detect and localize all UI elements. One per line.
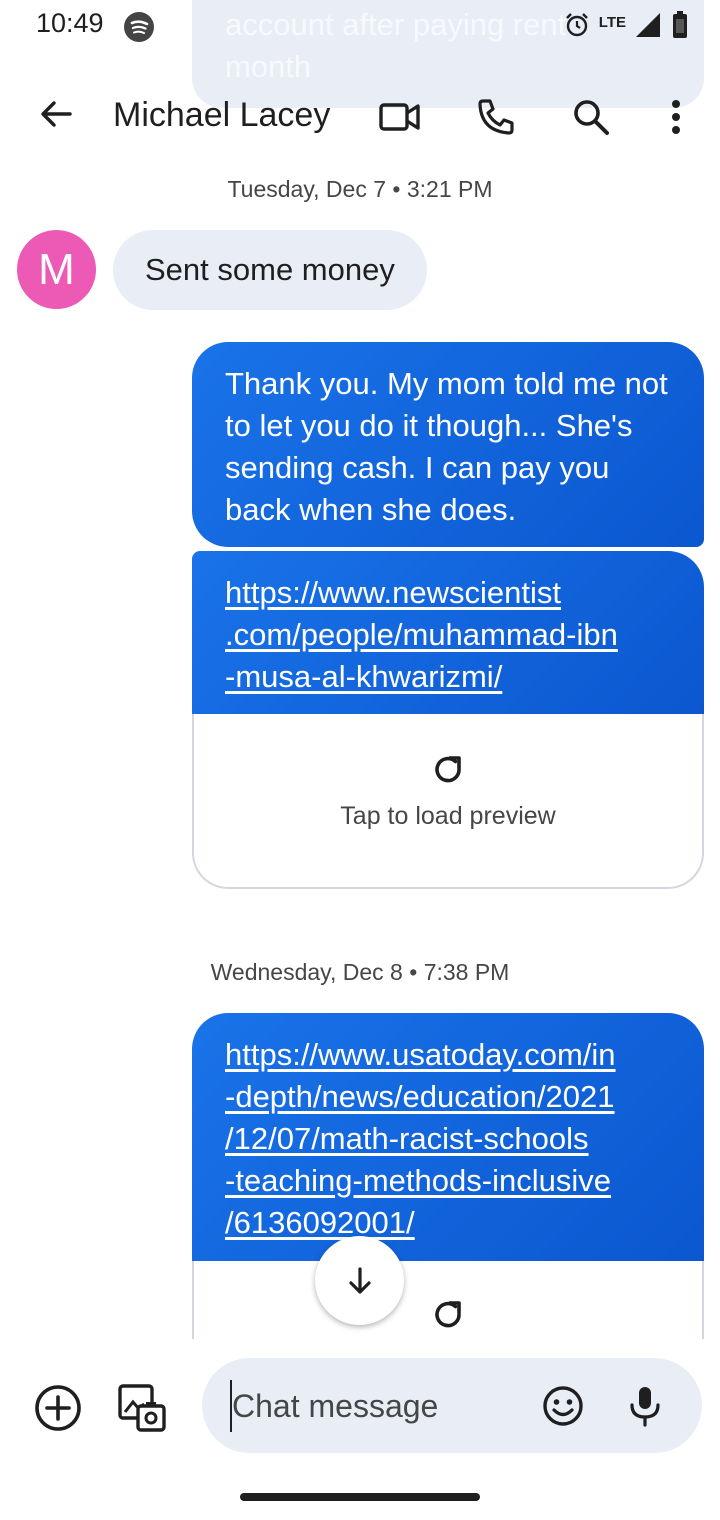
outgoing-message[interactable]: Thank you. My mom told me not to let you… [192, 342, 704, 547]
more-vert-icon [672, 100, 680, 134]
spotify-icon [124, 12, 154, 42]
status-icons: LTE [563, 10, 690, 44]
refresh-icon [194, 1297, 702, 1333]
back-arrow-icon [41, 101, 72, 127]
outgoing-link-message[interactable]: https://www.usatoday.com/in -depth/news/… [192, 1013, 704, 1261]
alarm-icon [563, 11, 591, 44]
divider-time: 7:38 PM [423, 959, 510, 985]
phone-call-button[interactable] [468, 89, 524, 145]
video-call-icon [379, 103, 420, 131]
status-time: 10:49 [36, 8, 104, 38]
back-button[interactable] [30, 88, 82, 140]
add-attachment-button[interactable] [30, 1380, 86, 1436]
message-link[interactable]: https://www.newscientist .com/people/muh… [225, 575, 618, 694]
voice-input-button[interactable] [620, 1381, 670, 1431]
scroll-to-bottom-button[interactable] [315, 1236, 404, 1325]
incoming-message-text: Sent some money [145, 252, 395, 287]
mic-icon [630, 1387, 660, 1427]
video-call-button[interactable] [372, 89, 428, 145]
gallery-button[interactable] [114, 1380, 170, 1436]
tap-to-load-preview[interactable]: Tap to load preview [194, 802, 702, 831]
network-type: LTE [598, 13, 626, 31]
arrow-down-icon [348, 1266, 371, 1294]
search-icon [574, 100, 609, 135]
gesture-nav-handle[interactable] [240, 1493, 480, 1501]
more-options-button[interactable] [648, 89, 704, 145]
divider-day: Tuesday, Dec 7 [227, 176, 387, 202]
battery-icon [670, 10, 690, 45]
incoming-message[interactable]: Sent some money [113, 230, 427, 310]
divider-day: Wednesday, Dec 8 [210, 959, 403, 985]
message-link[interactable]: https://www.usatoday.com/in -depth/news/… [225, 1037, 616, 1240]
date-divider: Wednesday, Dec 8 • 7:38 PM [210, 959, 510, 985]
contact-name[interactable]: Michael Lacey [113, 96, 330, 135]
link-preview-card[interactable]: Tap to load preview [192, 714, 704, 889]
outgoing-link-message[interactable]: https://www.newscientist .com/people/muh… [192, 551, 704, 714]
add-icon [35, 1385, 81, 1431]
date-divider: Tuesday, Dec 7 • 3:21 PM [227, 176, 493, 202]
avatar[interactable]: M [17, 230, 96, 309]
gallery-icon [118, 1384, 166, 1432]
refresh-icon [194, 752, 702, 788]
chat-message-input[interactable] [230, 1380, 524, 1432]
divider-time: 3:21 PM [406, 176, 493, 202]
signal-icon [634, 11, 662, 44]
outgoing-message-text: Thank you. My mom told me not to let you… [225, 366, 668, 527]
link-preview-card[interactable] [192, 1261, 704, 1339]
phone-icon [478, 99, 514, 135]
emoji-icon [543, 1386, 583, 1426]
emoji-button[interactable] [538, 1381, 588, 1431]
search-button[interactable] [563, 89, 619, 145]
